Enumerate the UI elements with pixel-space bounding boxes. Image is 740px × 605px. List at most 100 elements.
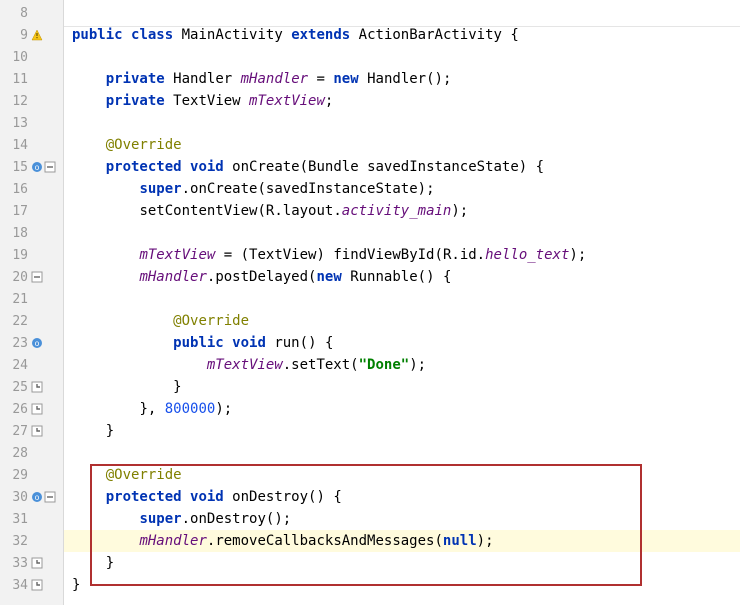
gutter-row: 11 (0, 68, 63, 90)
code-line: protected void onCreate(Bundle savedInst… (64, 156, 740, 178)
gutter-row: 30 o (0, 486, 63, 508)
line-number: 12 (4, 94, 28, 109)
line-number: 11 (4, 72, 28, 87)
code-line: mHandler.postDelayed(new Runnable() { (64, 266, 740, 288)
gutter-row: 18 (0, 222, 63, 244)
svg-text:o: o (35, 339, 40, 348)
code-line (64, 288, 740, 310)
fold-open-icon[interactable] (44, 491, 56, 503)
gutter-row: 10 (0, 46, 63, 68)
gutter-row: 33 (0, 552, 63, 574)
code-line (64, 46, 740, 68)
line-number: 30 (4, 490, 28, 505)
code-area[interactable]: public class MainActivity extends Action… (64, 0, 740, 605)
gutter-row: 15 o (0, 156, 63, 178)
code-line: mTextView = (TextView) findViewById(R.id… (64, 244, 740, 266)
line-number: 34 (4, 578, 28, 593)
svg-text:o: o (35, 163, 40, 172)
gutter-row: 9 (0, 24, 63, 46)
gutter-icons (31, 271, 59, 283)
code-line: @Override (64, 134, 740, 156)
gutter-row: 27 (0, 420, 63, 442)
line-number: 22 (4, 314, 28, 329)
gutter-row: 28 (0, 442, 63, 464)
code-line: public void run() { (64, 332, 740, 354)
line-number: 15 (4, 160, 28, 175)
gutter-row: 19 (0, 244, 63, 266)
code-line: setContentView(R.layout.activity_main); (64, 200, 740, 222)
line-number: 26 (4, 402, 28, 417)
code-line: super.onDestroy(); (64, 508, 740, 530)
override-icon[interactable]: o (31, 337, 43, 349)
code-line: } (64, 376, 740, 398)
code-line: public class MainActivity extends Action… (64, 24, 740, 46)
gutter-icons (31, 579, 59, 591)
fold-close-icon[interactable] (31, 557, 43, 569)
gutter-icons: o (31, 337, 59, 349)
code-line (64, 442, 740, 464)
line-number: 31 (4, 512, 28, 527)
override-icon[interactable]: o (31, 491, 43, 503)
code-editor: 8 9 10 11 12 13 14 15 o 16 17 18 19 20 21 22 23 o 24 25 26 27… (0, 0, 740, 605)
gutter-row: 32 (0, 530, 63, 552)
line-number: 14 (4, 138, 28, 153)
line-number: 25 (4, 380, 28, 395)
line-number: 33 (4, 556, 28, 571)
line-number: 32 (4, 534, 28, 549)
gutter-row: 8 (0, 2, 63, 24)
code-line: mTextView.setText("Done"); (64, 354, 740, 376)
gutter-row: 25 (0, 376, 63, 398)
gutter-icons (31, 557, 59, 569)
code-line: }, 800000); (64, 398, 740, 420)
warning-icon (31, 29, 43, 41)
fold-close-icon[interactable] (31, 425, 43, 437)
code-line: @Override (64, 310, 740, 332)
line-number: 17 (4, 204, 28, 219)
line-number: 20 (4, 270, 28, 285)
code-line: protected void onDestroy() { (64, 486, 740, 508)
line-number: 28 (4, 446, 28, 461)
line-number: 10 (4, 50, 28, 65)
code-line: @Override (64, 464, 740, 486)
gutter-row: 16 (0, 178, 63, 200)
line-number: 29 (4, 468, 28, 483)
code-line (64, 222, 740, 244)
code-line: super.onCreate(savedInstanceState); (64, 178, 740, 200)
line-number: 9 (4, 28, 28, 43)
gutter-icons (31, 425, 59, 437)
code-line (64, 2, 740, 24)
gutter-row: 26 (0, 398, 63, 420)
gutter-icons (31, 381, 59, 393)
code-line-highlighted: mHandler.removeCallbacksAndMessages(null… (64, 530, 740, 552)
gutter-row: 22 (0, 310, 63, 332)
gutter-row: 24 (0, 354, 63, 376)
gutter-row: 29 (0, 464, 63, 486)
line-number: 19 (4, 248, 28, 263)
line-number: 27 (4, 424, 28, 439)
gutter-icons (31, 403, 59, 415)
fold-open-icon[interactable] (31, 271, 43, 283)
gutter-row: 23 o (0, 332, 63, 354)
gutter-row: 34 (0, 574, 63, 596)
line-number: 23 (4, 336, 28, 351)
fold-open-icon[interactable] (44, 161, 56, 173)
code-line: private Handler mHandler = new Handler()… (64, 68, 740, 90)
code-line: } (64, 552, 740, 574)
gutter-row: 17 (0, 200, 63, 222)
header-divider (64, 26, 740, 27)
gutter-row: 31 (0, 508, 63, 530)
gutter-icons: o (31, 161, 59, 173)
gutter: 8 9 10 11 12 13 14 15 o 16 17 18 19 20 21 22 23 o 24 25 26 27… (0, 0, 64, 605)
gutter-icons (31, 29, 59, 41)
fold-close-icon[interactable] (31, 381, 43, 393)
svg-text:o: o (35, 493, 40, 502)
gutter-row: 21 (0, 288, 63, 310)
override-icon[interactable]: o (31, 161, 43, 173)
gutter-row: 13 (0, 112, 63, 134)
fold-close-icon[interactable] (31, 579, 43, 591)
line-number: 16 (4, 182, 28, 197)
fold-close-icon[interactable] (31, 403, 43, 415)
line-number: 13 (4, 116, 28, 131)
line-number: 18 (4, 226, 28, 241)
gutter-row: 14 (0, 134, 63, 156)
